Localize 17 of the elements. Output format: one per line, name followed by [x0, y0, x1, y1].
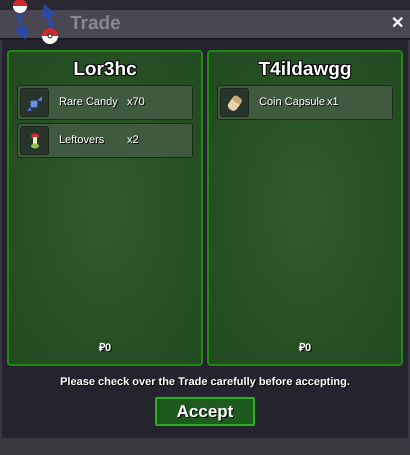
accept-button[interactable]: Accept — [155, 396, 255, 426]
item-count: x70 — [127, 95, 145, 110]
trade-item[interactable]: Rare Candy x70 — [17, 85, 193, 120]
item-count: x1 — [327, 95, 339, 110]
window-title: Trade — [70, 12, 121, 36]
item-name: Rare Candy — [59, 95, 119, 110]
trade-item[interactable]: Leftovers x2 — [17, 123, 193, 158]
item-name: Coin Capsule — [259, 95, 326, 110]
money-amount: ₽0 — [98, 340, 112, 356]
item-name: Leftovers — [59, 133, 106, 148]
player-name: T4ildawgg — [258, 58, 352, 82]
player-name: Lor3hc — [72, 58, 138, 82]
close-button[interactable]: ✕ — [391, 16, 404, 32]
trade-item[interactable]: Coin Capsule x1 — [217, 85, 393, 120]
notice-text: Please check over the Trade carefully before accepting. — [60, 375, 350, 390]
money-amount: ₽0 — [298, 340, 312, 356]
item-count: x2 — [127, 133, 139, 148]
